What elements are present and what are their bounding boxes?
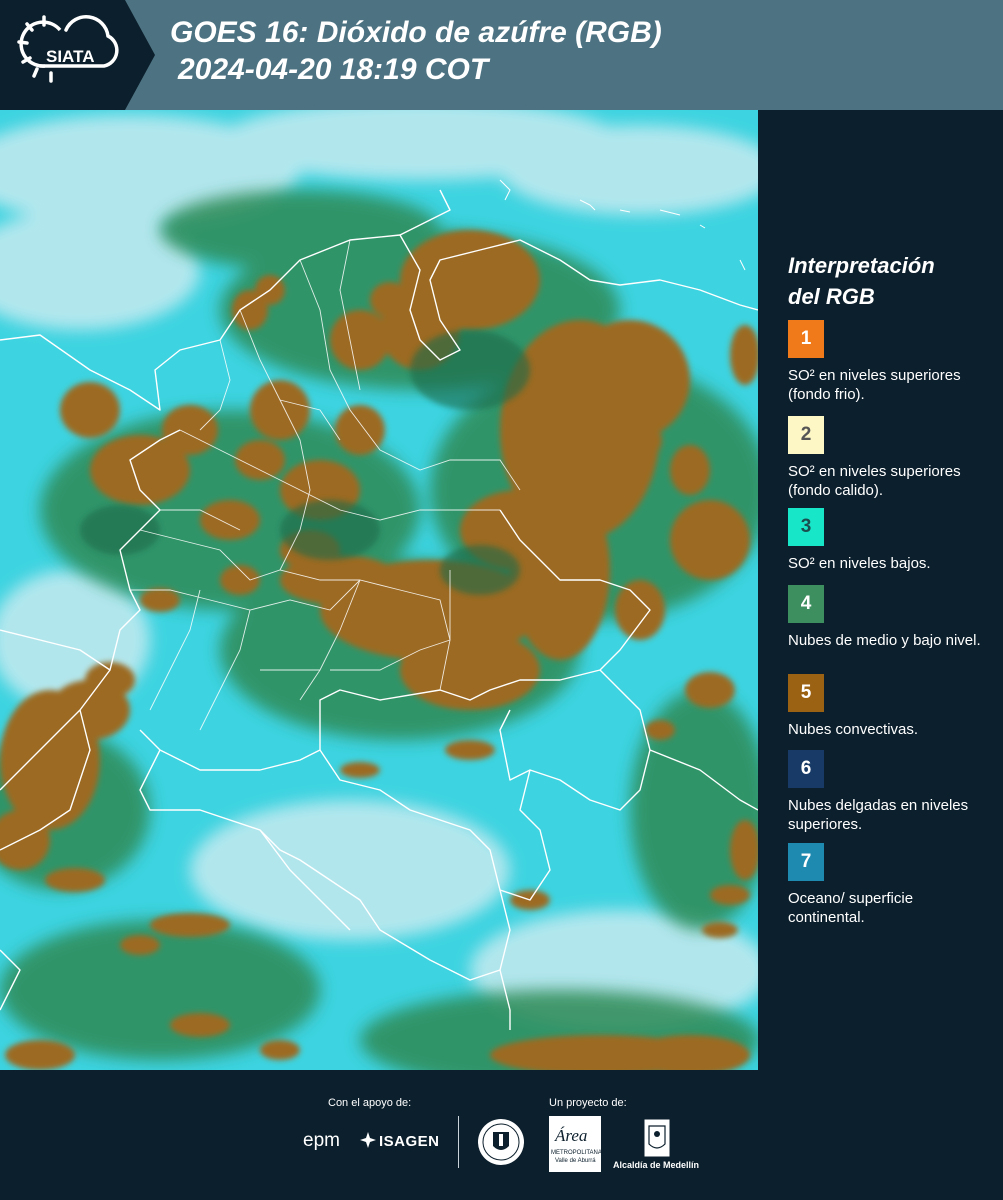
isagen-logo-text: ISAGEN: [379, 1133, 440, 1150]
support-label: Con el apoyo de:: [328, 1097, 412, 1109]
legend-item-3: 3 SO² en niveles bajos.: [788, 508, 988, 573]
area-logo-title: Área: [555, 1126, 588, 1145]
legend-number-6: 6: [800, 758, 812, 779]
legend-number-2: 2: [800, 424, 812, 445]
legend-swatch-1: 1: [788, 320, 824, 358]
legend-label-4: Nubes de medio y bajo nivel.: [788, 632, 981, 649]
area-metropolitana-logo: Área METROPOLITANA Valle de Aburrá: [549, 1116, 602, 1172]
legend-item-6: 6 Nubes delgadas en niveles superiores.: [788, 750, 988, 834]
legend-item-2: 2 SO² en niveles superiores (fondo calid…: [788, 416, 988, 500]
legend-title-line-1: Interpretación: [788, 253, 935, 278]
alcaldia-shield-logo: [643, 1118, 671, 1158]
area-logo-subtitle: METROPOLITANA: [551, 1150, 602, 1156]
legend-number-4: 4: [800, 593, 812, 614]
footer-divider: [458, 1116, 459, 1168]
medellin-seal-logo: [477, 1118, 525, 1166]
footer-sponsors: Con el apoyo de: Un proyecto de: epm ISA…: [0, 1070, 1003, 1200]
legend-item-4: 4 Nubes de medio y bajo nivel.: [788, 585, 988, 650]
legend-label-5: Nubes convectivas.: [788, 721, 919, 738]
legend-label-7: Oceano/ superficie continental.: [788, 890, 914, 926]
legend-swatch-2: 2: [788, 416, 824, 454]
header-bar: SIATA GOES 16: Dióxido de azúfre (RGB) 20…: [0, 0, 1003, 110]
legend-swatch-3: 3: [788, 508, 824, 546]
legend-number-5: 5: [800, 682, 812, 703]
legend-item-1: 1 SO² en niveles superiores (fondo frio)…: [788, 320, 988, 404]
legend-number-3: 3: [800, 516, 812, 537]
legend-label-3: SO² en niveles bajos.: [788, 555, 931, 572]
project-label: Un proyecto de:: [549, 1097, 627, 1109]
epm-logo-text: epm: [303, 1130, 340, 1151]
page-title: GOES 16: Dióxido de azúfre (RGB) 2024-04-…: [170, 14, 662, 88]
legend-panel: Interpretación del RGB 1 SO² en niveles …: [758, 110, 1003, 1070]
title-line-2: 2024-04-20 18:19 COT: [178, 53, 489, 86]
siata-logo-text: SIATA: [46, 47, 94, 66]
legend-item-7: 7 Oceano/ superficie continental.: [788, 843, 988, 927]
epm-logo: epm: [303, 1130, 340, 1152]
legend-item-5: 5 Nubes convectivas.: [788, 674, 988, 739]
siata-logo: SIATA: [0, 0, 155, 110]
legend-title-line-2: del RGB: [788, 284, 875, 309]
legend-swatch-5: 5: [788, 674, 824, 712]
title-line-1: GOES 16: Dióxido de azúfre (RGB): [170, 16, 662, 49]
legend-label-1: SO² en niveles superiores (fondo frio).: [788, 367, 961, 403]
satellite-map: [0, 110, 758, 1070]
isagen-logo: ISAGEN: [360, 1132, 440, 1150]
area-logo-subtitle-2: Valle de Aburrá: [555, 1158, 596, 1164]
legend-swatch-6: 6: [788, 750, 824, 788]
legend-label-6: Nubes delgadas en niveles superiores.: [788, 797, 969, 833]
legend-swatch-4: 4: [788, 585, 824, 623]
legend-swatch-7: 7: [788, 843, 824, 881]
legend-number-1: 1: [800, 328, 812, 349]
legend-number-7: 7: [800, 851, 812, 872]
legend-title: Interpretación del RGB: [788, 250, 935, 312]
alcaldia-logo-text: Alcaldía de Medellín: [613, 1160, 700, 1170]
isagen-icon: [360, 1132, 376, 1148]
legend-label-2: SO² en niveles superiores (fondo calido)…: [788, 463, 961, 499]
